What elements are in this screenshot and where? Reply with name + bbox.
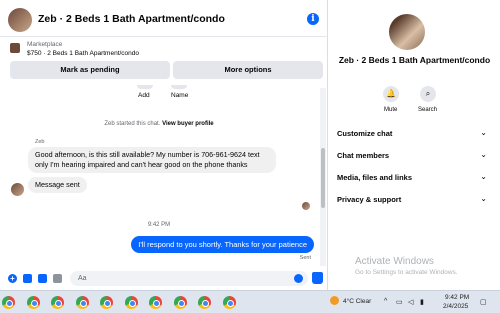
- conversation-header: Zeb · 2 Beds 1 Bath Apartment/condo i: [0, 0, 328, 37]
- section-label: Customize chat: [337, 129, 393, 138]
- emoji-icon[interactable]: [294, 274, 303, 283]
- sender-avatar: [11, 183, 24, 196]
- chrome-taskbar-icon[interactable]: [2, 296, 15, 309]
- image-icon[interactable]: [23, 274, 32, 283]
- chrome-taskbar-icon[interactable]: [75, 296, 89, 309]
- scrollbar-thumb[interactable]: [321, 148, 325, 208]
- bell-icon[interactable]: 🔔: [383, 86, 399, 102]
- section-label: Chat members: [337, 151, 390, 160]
- add-icon[interactable]: [137, 85, 153, 89]
- chevron-down-icon: ⌄: [480, 172, 487, 181]
- chrome-taskbar-icon[interactable]: [51, 296, 64, 309]
- chrome-taskbar-icon[interactable]: [26, 296, 40, 309]
- section-media-files[interactable]: Media, files and links ⌄: [337, 172, 487, 182]
- sticker-icon[interactable]: [38, 274, 47, 283]
- message-input[interactable]: Aa: [70, 271, 308, 286]
- chevron-down-icon: ⌄: [480, 194, 487, 203]
- network-icon[interactable]: ▭: [396, 298, 403, 306]
- chevron-up-icon[interactable]: ^: [384, 298, 387, 305]
- info-icon[interactable]: i: [307, 13, 319, 25]
- marketplace-label: Marketplace: [27, 41, 63, 48]
- conversation-pane: Zeb · 2 Beds 1 Bath Apartment/condo i Ma…: [0, 0, 328, 290]
- conversation-info-panel: Zeb · 2 Beds 1 Bath Apartment/condo 🔔 ⌕ …: [329, 0, 500, 290]
- chrome-taskbar-icon[interactable]: [124, 296, 138, 309]
- battery-icon[interactable]: ▮: [420, 298, 424, 306]
- weather-text[interactable]: 4°C Clear: [343, 298, 371, 305]
- chrome-taskbar-icon[interactable]: [173, 296, 187, 309]
- section-label: Media, files and links: [337, 173, 413, 182]
- scrollbar[interactable]: [320, 88, 326, 266]
- name-label[interactable]: Name: [171, 92, 188, 99]
- outgoing-message[interactable]: I'll respond to you shortly. Thanks for …: [131, 236, 314, 253]
- chevron-down-icon: ⌄: [480, 150, 487, 159]
- clock-date[interactable]: 2/4/2025: [443, 303, 468, 310]
- system-message: Zeb started this chat. View buyer profil…: [0, 121, 318, 127]
- chevron-down-icon: ⌄: [480, 128, 487, 137]
- incoming-message[interactable]: Message sent: [28, 177, 87, 193]
- chrome-taskbar-icon[interactable]: [198, 296, 211, 309]
- section-chat-members[interactable]: Chat members ⌄: [337, 150, 487, 160]
- incoming-message[interactable]: Good afternoon, is this still available?…: [28, 147, 276, 173]
- section-label: Privacy & support: [337, 195, 402, 204]
- composer: + Aa: [0, 266, 328, 290]
- chrome-taskbar-icon[interactable]: [100, 296, 113, 309]
- speaker-icon[interactable]: ◁: [408, 298, 413, 306]
- listing-avatar: [389, 14, 425, 50]
- search-label[interactable]: Search: [418, 107, 437, 113]
- timestamp: 9:42 PM: [147, 222, 171, 228]
- notification-icon[interactable]: ▢: [480, 298, 487, 306]
- chrome-taskbar-icon[interactable]: [149, 296, 162, 309]
- sent-status: Sent: [299, 255, 311, 261]
- view-buyer-profile-link[interactable]: View buyer profile: [162, 121, 214, 127]
- more-options-button[interactable]: More options: [173, 61, 323, 79]
- clock-time[interactable]: 9:42 PM: [445, 294, 469, 301]
- chrome-taskbar-icon[interactable]: [222, 296, 236, 309]
- section-customize-chat[interactable]: Customize chat ⌄: [337, 128, 487, 138]
- add-label[interactable]: Add: [138, 92, 150, 99]
- mute-label[interactable]: Mute: [384, 107, 397, 113]
- conversation-title[interactable]: Zeb · 2 Beds 1 Bath Apartment/condo: [38, 13, 225, 25]
- panel-title: Zeb · 2 Beds 1 Bath Apartment/condo: [338, 55, 491, 65]
- sender-name: Zeb: [35, 139, 45, 145]
- weather-icon[interactable]: [330, 296, 339, 305]
- search-icon[interactable]: ⌕: [420, 86, 436, 102]
- name-icon[interactable]: [171, 85, 187, 89]
- activation-watermark-subtitle: Go to Settings to activate Windows.: [355, 269, 458, 276]
- activation-watermark-title: Activate Windows: [355, 256, 434, 267]
- thumbs-up-icon[interactable]: [312, 272, 323, 284]
- listing-summary[interactable]: $750 · 2 Beds 1 Bath Apartment/condo: [27, 50, 139, 57]
- gif-icon[interactable]: [53, 274, 62, 283]
- message-list: Add Name Zeb started this chat. View buy…: [0, 85, 318, 266]
- taskbar: 4°C Clear ^ ▭ ◁ ▮ 9:42 PM 2/4/2025 ▢: [0, 290, 500, 313]
- section-privacy-support[interactable]: Privacy & support ⌄: [337, 194, 487, 204]
- avatar[interactable]: [8, 8, 32, 32]
- plus-icon[interactable]: +: [8, 274, 17, 283]
- mark-pending-button[interactable]: Mark as pending: [10, 61, 170, 79]
- read-receipt-avatar: [302, 202, 310, 210]
- messenger-window: Zeb · 2 Beds 1 Bath Apartment/condo i Ma…: [0, 0, 500, 313]
- system-text: Zeb started this chat.: [104, 121, 161, 127]
- listing-thumbnail: [10, 43, 20, 53]
